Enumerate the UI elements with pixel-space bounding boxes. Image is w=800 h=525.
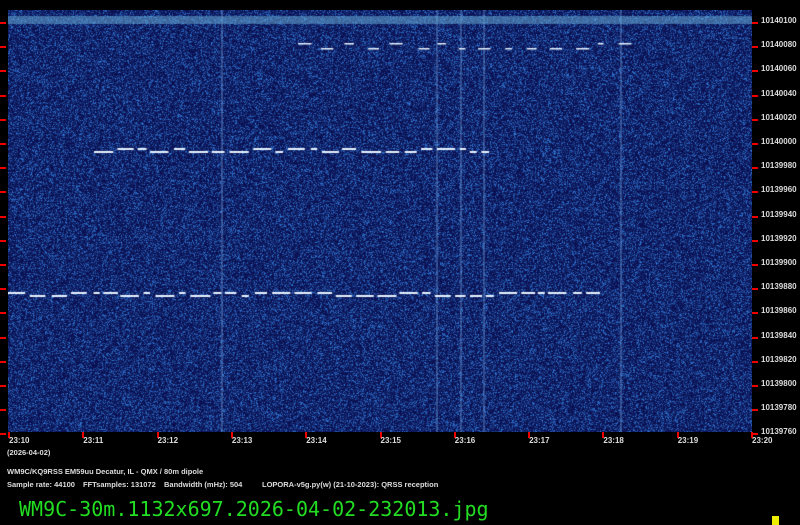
time-label: 23:14 [306,436,326,445]
freq-tick [752,143,758,145]
fft-samples: FFTsamples: 131072 [83,480,156,489]
freq-tick-left [0,409,6,411]
status-square [772,516,779,525]
freq-label: 10140020 [761,113,797,122]
time-label: 23:20 [752,436,772,445]
freq-tick-left [0,119,6,121]
date-label: (2026-04-02) [7,448,50,457]
freq-tick-left [0,191,6,193]
freq-tick-left [0,22,6,24]
freq-tick [752,119,758,121]
freq-tick-left [0,433,6,435]
freq-tick [752,288,758,290]
freq-label: 10139820 [761,355,797,364]
freq-tick-left [0,385,6,387]
freq-tick [752,337,758,339]
time-label: 23:18 [603,436,623,445]
freq-tick [752,312,758,314]
freq-tick [752,216,758,218]
freq-tick-left [0,312,6,314]
freq-label: 10140100 [761,16,797,25]
freq-tick [752,361,758,363]
freq-label: 10139900 [761,258,797,267]
freq-tick-left [0,240,6,242]
freq-tick-left [0,167,6,169]
time-label: 23:16 [455,436,475,445]
time-label: 23:12 [158,436,178,445]
spectrogram [8,10,752,432]
freq-tick-left [0,264,6,266]
freq-tick-left [0,70,6,72]
freq-tick [752,46,758,48]
freq-tick [752,385,758,387]
freq-tick [752,167,758,169]
freq-tick-left [0,143,6,145]
time-label: 23:17 [529,436,549,445]
sample-rate: Sample rate: 44100 [7,480,75,489]
freq-tick [752,240,758,242]
bandwidth: Bandwidth (mHz): 504 [164,480,242,489]
freq-label: 10139940 [761,210,797,219]
time-label: 23:13 [232,436,252,445]
freq-tick-left [0,288,6,290]
software-info: LOPORA-v5g.py(w) (21-10-2023): QRSS rece… [262,480,438,489]
freq-label: 10140060 [761,64,797,73]
freq-tick [752,409,758,411]
freq-label: 10140080 [761,40,797,49]
time-label: 23:11 [83,436,103,445]
time-label: 23:19 [678,436,698,445]
freq-label: 10140000 [761,137,797,146]
freq-tick-left [0,361,6,363]
time-label: 23:15 [381,436,401,445]
time-label: 23:10 [9,436,29,445]
freq-label: 10139880 [761,282,797,291]
freq-tick-left [0,216,6,218]
freq-tick [752,95,758,97]
freq-tick-left [0,95,6,97]
freq-tick-left [0,46,6,48]
freq-label: 10139980 [761,161,797,170]
freq-tick [752,70,758,72]
freq-label: 10139920 [761,234,797,243]
freq-tick [752,264,758,266]
freq-tick-left [0,337,6,339]
freq-tick [752,191,758,193]
freq-tick [752,22,758,24]
freq-label: 10140040 [761,89,797,98]
freq-label: 10139780 [761,403,797,412]
station-line: WM9C/KQ9RSS EM59uu Decatur, IL - QMX / 8… [7,467,203,476]
filename: WM9C-30m.1132x697.2026-04-02-232013.jpg [19,497,489,521]
freq-label: 10139800 [761,379,797,388]
freq-label: 10139960 [761,185,797,194]
freq-label: 10139840 [761,331,797,340]
freq-label: 10139860 [761,306,797,315]
